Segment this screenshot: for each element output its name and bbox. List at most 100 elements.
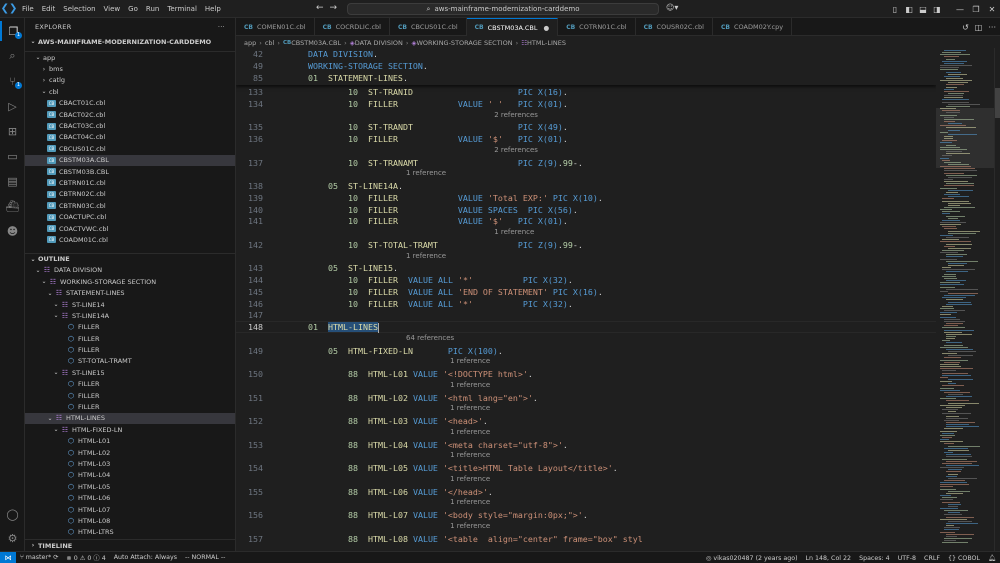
code-line[interactable]: 148 01 HTML-LINES (236, 321, 936, 333)
outline-item[interactable]: ⬡ HTML-L07 (25, 504, 235, 515)
file-item[interactable]: CB CBCUS01C.cbl (25, 143, 235, 154)
sticky-line[interactable]: 42 DATA DIVISION. (236, 48, 936, 60)
code-line[interactable]: 154 88 HTML-L05 VALUE '<title>HTML Table… (236, 462, 936, 474)
outline-item[interactable]: ⬡ HTML-L08 (25, 515, 235, 526)
editor-tab[interactable]: CB CBSTM03A.CBL ● (466, 18, 559, 36)
cursor-position-status[interactable]: Ln 148, Col 22 (802, 555, 856, 562)
menu-file[interactable]: File (18, 0, 38, 18)
problems-status[interactable]: ⊗ 0 ⚠ 0 ⓘ 4 (62, 553, 109, 562)
breadcrumb-item[interactable]: cbl (265, 39, 275, 47)
file-item[interactable]: CB CBTRN03C.cbl (25, 200, 235, 211)
outline-item[interactable]: ⬡ HTML-L05 (25, 481, 235, 492)
vertical-scrollbar[interactable] (994, 48, 1000, 551)
code-line[interactable]: 138 05 ST-LINE14A. (236, 180, 936, 192)
file-item[interactable]: CB CBACT01C.cbl (25, 98, 235, 109)
code-line[interactable]: 149 05 HTML-FIXED-LN PIC X(100). (236, 345, 936, 357)
breadcrumb-item[interactable]: CBSTM03A.CBL (291, 39, 341, 47)
editor-tab[interactable]: CB COMEN01C.cbl (236, 18, 315, 36)
close-icon[interactable]: ✕ (984, 5, 1000, 14)
manage-gear-icon[interactable]: ⚙ (0, 528, 25, 548)
folder-cbl[interactable]: ⌄ cbl (25, 86, 235, 97)
code-line[interactable]: 140 10 FILLER VALUE SPACES PIC X(56). (236, 204, 936, 216)
code-line[interactable]: 133 10 ST-TRANID PIC X(16). (236, 86, 936, 98)
file-item[interactable]: CB COADM01C.cbl (25, 234, 235, 245)
outline-item[interactable]: ⬡ HTML-L01 (25, 436, 235, 447)
folder-catlg[interactable]: › catlg (25, 75, 235, 86)
git-blame-status[interactable]: ◎ vikas020487 (2 years ago) (702, 555, 802, 562)
outline-item[interactable]: ⌄ ☷ STATEMENT-LINES (25, 287, 235, 298)
encoding-status[interactable]: UTF-8 (894, 555, 920, 562)
code-line[interactable]: 155 88 HTML-L06 VALUE '</head>'. (236, 486, 936, 498)
outline-item[interactable]: ⌄ ☷ ST-LINE14A (25, 310, 235, 321)
menu-help[interactable]: Help (201, 0, 225, 18)
outline-item[interactable]: ⌄ ☷ HTML-LINES (25, 412, 235, 425)
file-item[interactable]: CB COACTUPC.cbl (25, 211, 235, 222)
eol-status[interactable]: CRLF (920, 555, 944, 562)
toggle-panel-icon[interactable]: ⬓ (916, 5, 930, 14)
explorer-icon[interactable]: ❐ 1 (0, 21, 25, 41)
code-line[interactable]: 136 10 FILLER VALUE '$' PIC X(01). (236, 133, 936, 145)
code-lens-references[interactable]: 2 references (494, 145, 538, 156)
outline-item[interactable]: ⬡ ST-TOTAL-TRAMT (25, 356, 235, 367)
account-icon[interactable]: ◯ (0, 504, 25, 524)
workspace-section-header[interactable]: ⌄ AWS-MAINFRAME-MODERNIZATION-CARDDEMO (25, 36, 235, 47)
outline-item[interactable]: ⬡ HTML-L04 (25, 470, 235, 481)
extensions-icon[interactable]: ⊞ (0, 121, 25, 141)
outline-item[interactable]: ⬡ HTML-L06 (25, 492, 235, 503)
file-item[interactable]: CB COACTVWC.cbl (25, 223, 235, 234)
outline-item[interactable]: ⌄ ☷ ST-LINE15 (25, 367, 235, 378)
toggle-secondary-sidebar-icon[interactable]: ◨ (930, 5, 944, 14)
code-line[interactable]: 153 88 HTML-L04 VALUE '<meta charset="ut… (236, 439, 936, 451)
minimap[interactable] (936, 48, 994, 551)
timeline-section-header[interactable]: › TIMELINE (25, 539, 235, 551)
branch-status[interactable]: ⑂ master* ⟳ (16, 554, 62, 561)
source-control-icon[interactable]: ⑂ 1 (0, 71, 25, 91)
more-actions-icon[interactable]: ··· (988, 23, 996, 32)
menu-edit[interactable]: Edit (38, 0, 60, 18)
copilot-chat-icon[interactable]: ☻ (0, 221, 25, 241)
code-lens-references[interactable]: 1 reference (450, 356, 490, 367)
code-line[interactable]: 144 10 FILLER VALUE ALL '*' PIC X(32). (236, 274, 936, 286)
code-line[interactable]: 150 88 HTML-L01 VALUE '<!DOCTYPE html>'. (236, 368, 936, 380)
code-lens-references[interactable]: 1 reference (450, 474, 490, 485)
outline-item[interactable]: ⬡ FILLER (25, 390, 235, 401)
folder-bms[interactable]: › bms (25, 63, 235, 74)
code-line[interactable]: 134 10 FILLER VALUE ' ' PIC X(01). (236, 98, 936, 110)
menu-terminal[interactable]: Terminal (163, 0, 201, 18)
command-center-search[interactable]: ⌕ aws-mainframe-modernization-carddemo (347, 3, 659, 15)
outline-item[interactable]: ⌄ ☷ HTML-FIXED-LN (25, 424, 235, 435)
outline-item[interactable]: ⬡ FILLER (25, 333, 235, 344)
code-lens-references[interactable]: 1 reference (450, 427, 490, 438)
code-editor[interactable]: 133 10 ST-TRANID PIC X(16). 134 10 FILLER… (236, 48, 936, 551)
outline-item[interactable]: ⬡ FILLER (25, 344, 235, 355)
menu-run[interactable]: Run (142, 0, 163, 18)
unsaved-dot-icon[interactable]: ● (544, 24, 550, 32)
file-item[interactable]: CB CBSTM03B.CBL (25, 166, 235, 177)
file-item[interactable]: CB CBACT02C.cbl (25, 109, 235, 120)
outline-item[interactable]: ⬡ HTML-L03 (25, 458, 235, 469)
breadcrumb-item[interactable]: WORKING-STORAGE SECTION (416, 39, 512, 47)
code-line[interactable]: 156 88 HTML-L07 VALUE '<body style="marg… (236, 509, 936, 521)
code-lens-references[interactable]: 1 reference (450, 497, 490, 508)
code-line[interactable]: 151 88 HTML-L02 VALUE '<html lang="en">'… (236, 392, 936, 404)
history-icon[interactable]: ↺ (962, 23, 969, 32)
split-editor-icon[interactable]: ◫ (975, 23, 983, 32)
sticky-line[interactable]: 49 WORKING-STORAGE SECTION. (236, 60, 936, 72)
code-line[interactable]: 157 88 HTML-L08 VALUE '<table align="cen… (236, 533, 936, 545)
outline-item[interactable]: ⬡ HTML-L02 (25, 447, 235, 458)
breadcrumb-item[interactable]: HTML-LINES (527, 39, 566, 47)
code-line[interactable]: 147 (236, 309, 936, 321)
breadcrumb-item[interactable]: app (244, 39, 256, 47)
file-item[interactable]: CB CBACT04C.cbl (25, 132, 235, 143)
code-lens-references[interactable]: 1 reference (450, 380, 490, 391)
editor-tab[interactable]: CB COTRN01C.cbl (558, 18, 636, 36)
sticky-scroll-header[interactable]: 42 DATA DIVISION. 49 WORKING-STORAGE SECTIO… (236, 48, 936, 85)
outline-item[interactable]: ⬡ FILLER (25, 401, 235, 412)
outline-section-header[interactable]: ⌄ OUTLINE (25, 252, 235, 265)
code-line[interactable]: 142 10 ST-TOTAL-TRAMT PIC Z(9).99-. (236, 239, 936, 251)
run-debug-icon[interactable]: ▷ (0, 96, 25, 116)
remote-icon[interactable]: ⋈ (0, 551, 16, 563)
editor-tab[interactable]: CB COCRDLIC.cbl (315, 18, 390, 36)
editor-tab[interactable]: CB CBCUS01C.cbl (390, 18, 467, 36)
forward-icon[interactable]: → (330, 3, 338, 13)
